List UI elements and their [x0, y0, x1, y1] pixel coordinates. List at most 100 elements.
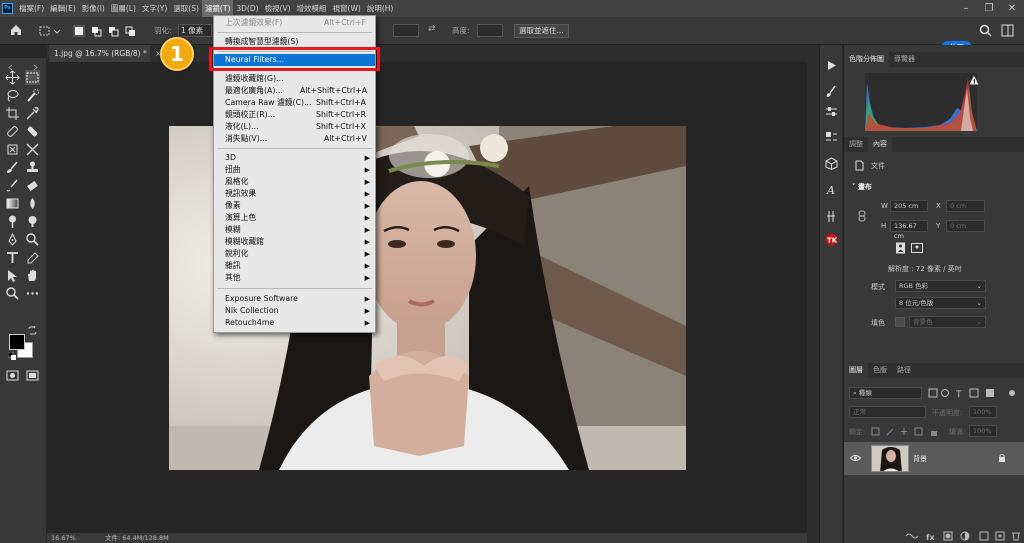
pen-path-tool-icon[interactable] — [25, 250, 40, 265]
layer-filter-icons[interactable]: T — [928, 388, 1018, 398]
menu-item-noise[interactable]: 雜訊 ▶ — [214, 260, 375, 272]
crop-tool-icon[interactable] — [5, 106, 20, 121]
layer-name[interactable]: 背景 — [913, 454, 927, 464]
bit-depth-select[interactable]: 8 位元/色版 ⌄ — [895, 297, 986, 309]
menu-layer[interactable]: 圖層(L) — [108, 0, 139, 17]
menu-file[interactable]: 檔案(F) — [16, 0, 47, 17]
cache-warning-icon[interactable]: ! — [969, 75, 979, 85]
pen-tool-icon[interactable] — [5, 232, 20, 247]
blend-mode-select[interactable]: 正常 — [849, 406, 926, 418]
dodge-tool-icon[interactable] — [5, 214, 20, 229]
tk-plugin-icon[interactable]: TK — [825, 233, 838, 246]
libraries-icon[interactable] — [825, 131, 838, 144]
feather-input[interactable]: 1 像素 — [178, 24, 212, 37]
spot-healing-tool-icon[interactable] — [5, 124, 20, 139]
home-icon[interactable] — [9, 23, 25, 37]
minimize-icon[interactable]: – — [955, 0, 977, 17]
swap-colors-icon[interactable] — [28, 326, 37, 335]
menu-item-filter-gallery[interactable]: 濾鏡收藏館(G)... — [214, 73, 375, 85]
maximize-icon[interactable]: ❐ — [978, 0, 1000, 17]
fill-opacity-input[interactable]: 100% — [969, 425, 997, 437]
content-aware-move-icon[interactable] — [25, 142, 40, 157]
eraser-tool-icon[interactable] — [25, 178, 40, 193]
canvas-height-input[interactable]: 136.67 cm — [890, 220, 928, 240]
lasso-tool-icon[interactable] — [5, 88, 20, 103]
eyedropper-tool-icon[interactable] — [25, 106, 40, 121]
default-colors-icon[interactable] — [8, 352, 16, 360]
tab-channels[interactable]: 色版 — [868, 363, 892, 378]
zoom-level[interactable]: 16.67% — [51, 533, 76, 543]
menu-item-render[interactable]: 演算上色 ▶ — [214, 212, 375, 224]
marquee-tool-preset-icon[interactable] — [38, 24, 62, 38]
swap-icon[interactable]: ⇄ — [428, 24, 440, 38]
canvas-width-input[interactable]: 205 cm — [890, 200, 928, 212]
menu-item-liquify[interactable]: 液化(L)... Shift+Ctrl+X — [214, 121, 375, 133]
menu-item-camera-raw[interactable]: Camera Raw 濾鏡(C)... Shift+Ctrl+A — [214, 97, 375, 109]
select-and-mask-button[interactable]: 選取並遮住... — [514, 24, 569, 38]
gradient-tool-icon[interactable] — [5, 196, 20, 211]
eye-visibility-icon[interactable] — [850, 454, 861, 462]
fill-select[interactable]: 背景色 ⌄ — [909, 316, 986, 328]
color-mode-select[interactable]: RGB 色彩 ⌄ — [895, 280, 986, 292]
foreground-color-swatch[interactable] — [9, 334, 25, 350]
brush-tool-icon[interactable] — [5, 160, 20, 175]
menu-item-retouch4me[interactable]: Retouch4me ▶ — [214, 317, 375, 329]
menu-item-adaptive-wide-angle[interactable]: 最適化廣角(A)... Alt+Shift+Ctrl+A — [214, 85, 375, 97]
sponge-tool-icon[interactable] — [25, 214, 40, 229]
blur-tool-icon[interactable] — [25, 196, 40, 211]
tab-histogram[interactable]: 色階分佈圖 — [844, 52, 889, 67]
canvas-x-input[interactable]: 0 cm — [946, 200, 985, 212]
tab-navigator[interactable]: 導覽器 — [889, 52, 920, 67]
menu-item-lens-correction[interactable]: 鏡頭校正(R)... Shift+Ctrl+R — [214, 109, 375, 121]
menu-item-other[interactable]: 其他 ▶ — [214, 272, 375, 284]
quick-mask-icon[interactable] — [5, 368, 20, 383]
menu-item-nik-collection[interactable]: Nik Collection ▶ — [214, 305, 375, 317]
glyphs-icon[interactable]: A — [825, 183, 838, 196]
workspace-icon[interactable] — [1001, 24, 1015, 38]
menu-edit[interactable]: 編輯(E) — [47, 0, 79, 17]
play-actions-icon[interactable] — [825, 59, 838, 72]
type-tool-icon[interactable] — [5, 250, 20, 265]
menu-image[interactable]: 影像(I) — [79, 0, 108, 17]
zoom-tool-icon[interactable] — [5, 286, 20, 301]
patch-tool-icon[interactable] — [5, 142, 20, 157]
menu-item-sharpen[interactable]: 銳利化 ▶ — [214, 248, 375, 260]
zoom-magnifier-icon[interactable] — [25, 232, 40, 247]
brush-settings-icon[interactable] — [825, 85, 838, 98]
lock-icons[interactable] — [871, 427, 941, 436]
link-dimensions-icon[interactable] — [858, 210, 866, 222]
height-input[interactable] — [477, 24, 503, 37]
portrait-orientation-icon[interactable] — [895, 242, 906, 254]
adjustments-sliders-icon[interactable] — [825, 105, 838, 118]
tab-paths[interactable]: 路徑 — [892, 363, 916, 378]
layer-footer-icons[interactable]: fx — [904, 531, 1022, 541]
menu-item-stylize[interactable]: 風格化 ▶ — [214, 176, 375, 188]
width-input[interactable] — [393, 24, 419, 37]
screen-mode-icon[interactable] — [25, 368, 40, 383]
healing-brush-icon[interactable] — [25, 124, 40, 139]
canvas-section-title[interactable]: ˅ 畫布 — [852, 182, 872, 192]
move-tool-icon[interactable] — [5, 70, 20, 85]
menu-item-distort[interactable]: 扭曲 ▶ — [214, 164, 375, 176]
paragraph-icon[interactable] — [825, 210, 838, 223]
quick-selection-tool-icon[interactable] — [25, 88, 40, 103]
layer-row-background[interactable]: 背景 — [844, 442, 1024, 475]
menu-select[interactable]: 選取(S) — [170, 0, 202, 17]
landscape-orientation-icon[interactable] — [911, 243, 923, 253]
clone-stamp-icon[interactable] — [25, 160, 40, 175]
layer-filter-select[interactable]: ⌕ 種類 — [849, 387, 922, 399]
menu-item-vanishing-point[interactable]: 消失點(V)... Alt+Ctrl+V — [214, 133, 375, 145]
menu-item-pixelate[interactable]: 像素 ▶ — [214, 200, 375, 212]
fill-swatch[interactable] — [895, 317, 905, 327]
canvas-y-input[interactable]: 0 cm — [946, 220, 985, 232]
tab-layers[interactable]: 圖層 — [844, 363, 868, 378]
opacity-input[interactable]: 100% — [969, 406, 997, 418]
menu-item-blur[interactable]: 模糊 ▶ — [214, 224, 375, 236]
selection-mode-icons[interactable] — [72, 24, 142, 38]
path-selection-icon[interactable] — [5, 268, 20, 283]
close-window-icon[interactable]: ✕ — [1001, 0, 1023, 17]
search-icon[interactable] — [979, 24, 993, 38]
tab-properties[interactable]: 內容 — [868, 137, 892, 152]
more-tools-icon[interactable] — [25, 286, 40, 301]
3d-cube-icon[interactable] — [825, 157, 838, 170]
